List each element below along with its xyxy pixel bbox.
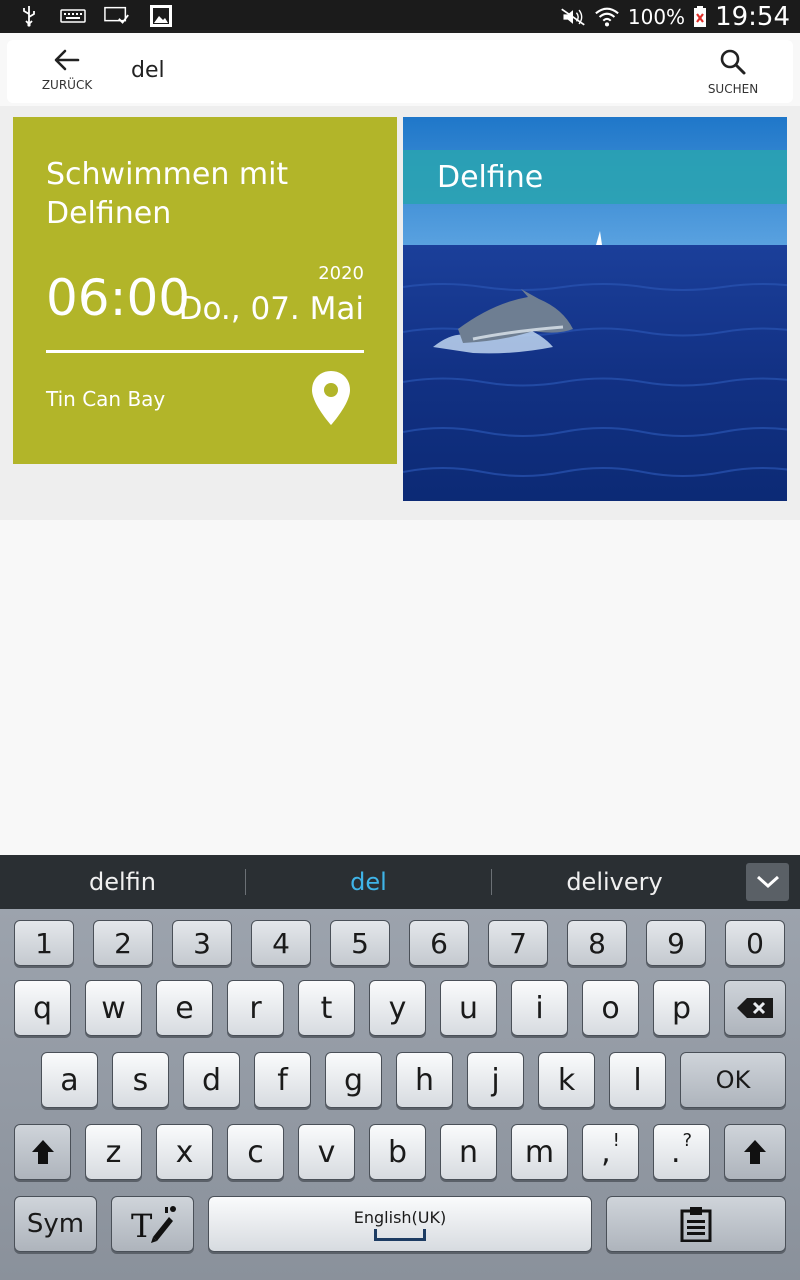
divider [46,350,364,353]
search-label: SUCHEN [707,82,759,96]
chevron-down-icon [756,875,779,889]
key-u[interactable]: u [440,980,497,1036]
usb-icon [16,4,42,28]
handwriting-key[interactable]: T [111,1196,194,1252]
key-l[interactable]: l [609,1052,666,1108]
key-m[interactable]: m [511,1124,568,1180]
suggestion-2[interactable]: del [246,855,491,909]
search-button[interactable]: SUCHEN [703,48,763,98]
screen-cast-icon [104,4,130,28]
svg-text:T: T [131,1207,153,1245]
key-j[interactable]: j [467,1052,524,1108]
key-n[interactable]: n [440,1124,497,1180]
key-d[interactable]: d [183,1052,240,1108]
category-caption: Delfine [437,160,544,195]
key-z[interactable]: z [85,1124,142,1180]
key-c[interactable]: c [227,1124,284,1180]
key-y[interactable]: y [369,980,426,1036]
category-image-card[interactable]: Delfine [403,117,787,501]
search-input[interactable]: del [131,58,165,83]
battery-percentage: 100% [627,4,686,29]
search-icon [720,49,746,75]
suggestion-3[interactable]: delivery [492,855,737,909]
key-4[interactable]: 4 [251,920,311,966]
key-r[interactable]: r [227,980,284,1036]
key-g[interactable]: g [325,1052,382,1108]
space-icon [374,1228,426,1241]
gallery-icon [148,4,174,28]
key-5[interactable]: 5 [330,920,390,966]
shift-arrow-icon [31,1140,54,1164]
shift-key-left[interactable] [14,1124,71,1180]
key-0[interactable]: 0 [725,920,785,966]
image-caption-bar: Delfine [403,150,787,204]
space-bar[interactable]: English(UK) [208,1196,592,1252]
keyboard-suggestion-bar: delfin del delivery [0,855,800,909]
search-app-bar: ZURÜCK del SUCHEN [7,40,793,103]
key-v[interactable]: v [298,1124,355,1180]
location-pin-icon[interactable] [310,369,352,427]
back-button[interactable]: ZURÜCK [37,48,97,98]
key-h[interactable]: h [396,1052,453,1108]
on-screen-keyboard: 1 2 3 4 5 6 7 8 9 0 q w e r t y u i o p … [0,909,800,1280]
shift-key-right[interactable] [724,1124,786,1180]
key-8[interactable]: 8 [567,920,627,966]
period-key[interactable]: .? [653,1124,710,1180]
collapse-suggestions-button[interactable] [746,863,789,901]
comma-alt: ! [612,1129,620,1151]
key-f[interactable]: f [254,1052,311,1108]
key-1[interactable]: 1 [14,920,74,966]
key-i[interactable]: i [511,980,568,1036]
key-k[interactable]: k [538,1052,595,1108]
key-7[interactable]: 7 [488,920,548,966]
ok-key[interactable]: OK [680,1052,786,1108]
event-date: Do., 07. Mai [178,291,364,327]
key-x[interactable]: x [156,1124,213,1180]
event-year: 2020 [318,263,364,284]
clock: 19:54 [715,1,790,32]
backspace-key[interactable] [724,980,786,1036]
shift-arrow-icon [744,1140,766,1164]
key-p[interactable]: p [653,980,710,1036]
event-location: Tin Can Bay [46,387,166,411]
key-s[interactable]: s [112,1052,169,1108]
comma-main: , [601,1134,611,1170]
key-6[interactable]: 6 [409,920,469,966]
key-b[interactable]: b [369,1124,426,1180]
key-o[interactable]: o [582,980,639,1036]
key-9[interactable]: 9 [646,920,706,966]
back-label: ZURÜCK [41,78,93,92]
period-main: . [670,1134,681,1170]
key-t[interactable]: t [298,980,355,1036]
period-alt: ? [682,1129,693,1151]
arrow-back-icon [54,49,80,71]
key-q[interactable]: q [14,980,71,1036]
key-3[interactable]: 3 [172,920,232,966]
sym-key[interactable]: Sym [14,1196,97,1252]
space-language-label: English(UK) [353,1207,447,1227]
key-w[interactable]: w [85,980,142,1036]
backspace-icon [737,998,773,1018]
event-card[interactable]: Schwimmen mit Delfinen 06:00 2020 Do., 0… [13,117,397,464]
event-time: 06:00 [46,269,191,327]
suggestion-1[interactable]: delfin [0,855,245,909]
event-title: Schwimmen mit Delfinen [46,157,289,231]
clipboard-icon [680,1207,712,1242]
handwriting-pen-icon: T [131,1206,176,1245]
key-e[interactable]: e [156,980,213,1036]
key-a[interactable]: a [41,1052,98,1108]
keyboard-icon [60,4,86,28]
clipboard-key[interactable] [606,1196,786,1252]
comma-key[interactable]: ,! [582,1124,639,1180]
status-bar: 100% 19:54 [0,0,800,33]
wifi-icon [594,5,620,29]
battery-icon [693,5,707,29]
key-2[interactable]: 2 [93,920,153,966]
mute-icon [560,5,586,29]
